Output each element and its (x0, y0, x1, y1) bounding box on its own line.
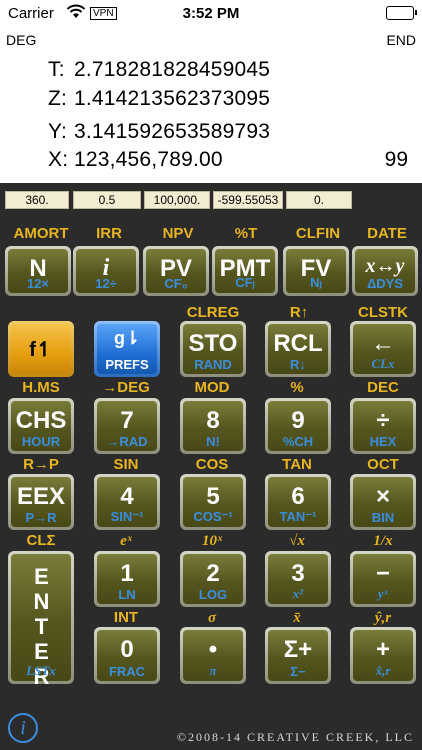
label-amort: AMORT (13, 225, 69, 242)
label-clfin: CLFIN (295, 225, 341, 242)
payment-mode: END (386, 32, 416, 48)
key-backspace[interactable]: ← CLx (350, 321, 416, 377)
info-button[interactable]: i (8, 713, 38, 743)
enter-label: ENTER (29, 564, 54, 689)
label-to-deg: →DEG (102, 379, 150, 396)
key-2[interactable]: 2 LOG (180, 551, 246, 607)
key-add[interactable]: + x̂,r (350, 627, 416, 684)
key-multiply[interactable]: × BIN (350, 474, 416, 530)
label-cos: COS (195, 456, 229, 473)
key-chs[interactable]: CHS HOUR (8, 398, 74, 454)
register-pv: 100,000. (144, 191, 210, 209)
key-swap-xy[interactable]: x↔y ΔDYS (352, 246, 418, 296)
financial-registers: 360. 0.5 100,000. -599.55053 0. (0, 183, 422, 223)
display-count: 99 (384, 148, 408, 171)
label-mean: x̄ (293, 610, 301, 626)
register-y-value: 3.141592653589793 (74, 120, 271, 143)
label-dec: DEC (367, 379, 399, 396)
key-eex[interactable]: EEX P→R (8, 474, 74, 530)
key-8[interactable]: 8 N! (180, 398, 246, 454)
label-e-x: eˣ (120, 533, 132, 549)
key-rcl[interactable]: RCL R↓ (265, 321, 331, 377)
clock: 3:52 PM (182, 5, 240, 22)
register-t-value: 2.718281828459045 (74, 58, 271, 81)
label-oct: OCT (367, 456, 399, 473)
label-sqrt-x: √x (289, 533, 305, 549)
label-tan: TAN (282, 456, 312, 473)
key-i[interactable]: i 12÷ (73, 246, 139, 296)
label-pct-t: %T (234, 225, 258, 242)
label-sigma: σ (207, 610, 217, 626)
key-f-shift[interactable]: f↿ (8, 321, 74, 377)
label-int: INT (113, 609, 139, 626)
key-5[interactable]: 5 COS⁻¹ (180, 474, 246, 530)
label-cl-sigma: CLΣ (26, 532, 56, 549)
label-irr: IRR (96, 225, 122, 242)
key-4[interactable]: 4 SIN⁻¹ (94, 474, 160, 530)
register-x-value: 123,456,789.00 (74, 148, 223, 171)
key-0[interactable]: 0 FRAC (94, 627, 160, 684)
key-pv[interactable]: PV CF₀ (143, 246, 209, 296)
copyright: ©2008-14 CREATIVE CREEK, LLC (176, 730, 414, 744)
key-g-shift[interactable]: g⇂ PREFS (94, 321, 160, 377)
label-mod: MOD (194, 379, 230, 396)
enter-sub-label: LSTx (26, 663, 56, 678)
key-7[interactable]: 7 →RAD (94, 398, 160, 454)
label-roll-up: R↑ (289, 304, 309, 321)
register-z: Z: 1.414213562373095 (48, 87, 271, 110)
register-x: X: 123,456,789.00 (48, 148, 223, 171)
label-percent: % (290, 379, 304, 396)
key-6[interactable]: 6 TAN⁻¹ (265, 474, 331, 530)
battery-icon (386, 6, 417, 20)
key-sto[interactable]: STO RAND (180, 321, 246, 377)
register-n: 360. (5, 191, 69, 209)
key-sigma-plus[interactable]: Σ+ Σ− (265, 627, 331, 684)
key-decimal[interactable]: • π (180, 627, 246, 684)
label-sin: SIN (113, 456, 139, 473)
label-10-x: 10ˣ (201, 533, 223, 549)
angle-mode: DEG (6, 32, 37, 48)
register-y: Y: 3.141592653589793 (48, 120, 271, 143)
register-z-value: 1.414213562373095 (74, 87, 271, 110)
label-npv: NPV (162, 225, 194, 242)
stack-display: DEG END T: 2.718281828459045 Z: 1.41421356… (0, 28, 422, 183)
status-bar: Carrier VPN 3:52 PM (0, 0, 422, 28)
key-fv[interactable]: FV Nⱼ (283, 246, 349, 296)
label-r-to-p: R→P (23, 456, 59, 473)
label-date: DATE (367, 225, 407, 242)
label-y-hat-r: ŷ,r (374, 610, 392, 626)
key-subtract[interactable]: − yˣ (350, 551, 416, 607)
register-fv: 0. (286, 191, 352, 209)
key-1[interactable]: 1 LN (94, 551, 160, 607)
label-reciprocal: 1/x (373, 533, 393, 549)
key-9[interactable]: 9 %CH (265, 398, 331, 454)
key-pmt[interactable]: PMT CFⱼ (212, 246, 278, 296)
label-clreg: CLREG (186, 304, 240, 321)
register-i: 0.5 (73, 191, 141, 209)
label-clstk: CLSTK (358, 304, 408, 321)
key-n[interactable]: N 12× (5, 246, 71, 296)
register-t: T: 2.718281828459045 (48, 58, 271, 81)
key-3[interactable]: 3 x² (265, 551, 331, 607)
key-enter[interactable]: ENTER LSTx (8, 551, 74, 689)
key-divide[interactable]: ÷ HEX (350, 398, 416, 454)
label-hms: H.MS (22, 379, 60, 396)
register-pmt: -599.55053 (213, 191, 283, 209)
